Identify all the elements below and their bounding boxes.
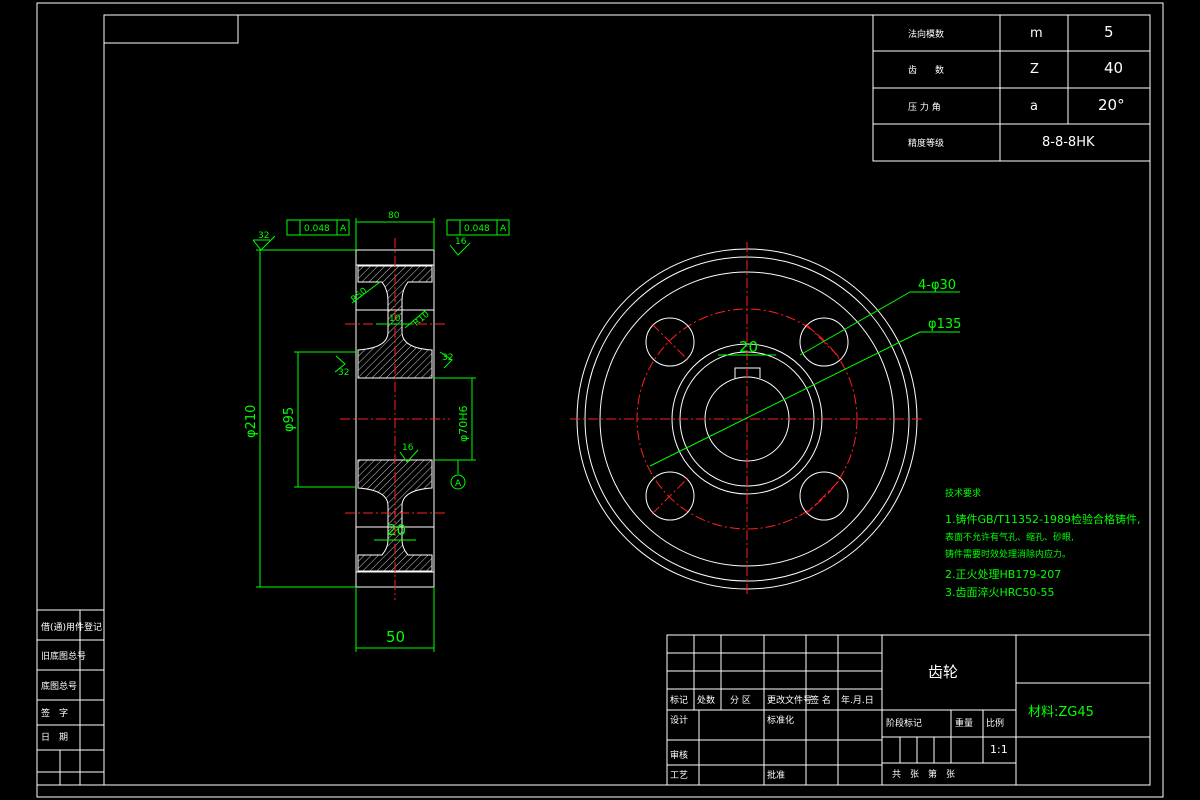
dim-rim: 20 (387, 521, 406, 539)
dim-r50: R50 (349, 286, 369, 305)
label-date: 年.月.日 (841, 694, 874, 706)
label-sheets: 共 张 第 张 (892, 768, 955, 780)
pressure-angle-value: 20° (1098, 96, 1125, 114)
notes-line-5: 3.齿面淬火HRC50-55 (945, 585, 1055, 599)
title-block: 齿轮 材料:ZG45 1:1 标记 处数 分 区 更改文件号 签 名 年.月.日… (666, 634, 1151, 786)
label-approve: 批准 (767, 769, 785, 781)
notes-line-3: 铸件需要时效处理消除内应力。 (945, 548, 1071, 560)
rough-16-mid: 16 (402, 443, 414, 453)
pressure-angle-label: 压 力 角 (908, 101, 941, 113)
notes-title: 技术要求 (945, 487, 981, 499)
dim-top-width: 80 (388, 211, 400, 221)
dim-dia-95: φ95 (282, 407, 297, 432)
teeth-label: 齿 数 (908, 64, 944, 76)
dim-pcd: φ135 (928, 317, 961, 332)
module-label: 法向模数 (908, 28, 944, 40)
side-label-5: 日 期 (41, 732, 68, 743)
material: 材料:ZG45 (1028, 705, 1094, 720)
tol-right-value: 0.048 (464, 224, 490, 234)
inner-frame (103, 14, 1151, 786)
label-mark: 标记 (670, 694, 688, 706)
teeth-value: 40 (1104, 59, 1123, 77)
label-change-doc: 更改文件号 (767, 694, 812, 706)
rough-16-top: 16 (455, 237, 467, 247)
part-name: 齿轮 (928, 663, 958, 681)
rough-32-mid: 32 (338, 368, 349, 378)
label-sign: 签 名 (810, 694, 831, 706)
dim-r10: R10 (412, 309, 432, 328)
label-designer: 设计 (670, 714, 688, 726)
rough-32: 32 (258, 231, 269, 241)
cad-drawing: 法向模数 m 5 齿 数 Z 40 压 力 角 a 20° 精度等级 8-8-8… (36, 2, 1164, 798)
module-value: 5 (1104, 23, 1114, 41)
pressure-angle-symbol: a (1030, 99, 1038, 114)
dim-holes: 4-φ30 (918, 278, 956, 293)
scale-value: 1:1 (990, 743, 1008, 756)
label-review: 审核 (670, 749, 688, 761)
label-process: 工艺 (670, 770, 688, 781)
dim-dia-210: φ210 (244, 405, 259, 438)
notes-line-1: 1.铸件GB/T11352-1989检验合格铸件, (945, 512, 1140, 526)
label-count: 处数 (697, 694, 715, 706)
notes-line-4: 2.正火处理HB179-207 (945, 568, 1061, 581)
label-standardize: 标准化 (767, 714, 794, 726)
dim-keyway: 20 (739, 338, 758, 356)
tol-left-ref: A (340, 224, 347, 234)
outer-frame (36, 2, 1164, 798)
side-label-2: 旧底图总号 (41, 650, 86, 662)
tol-left-value: 0.048 (304, 224, 330, 234)
tol-right-ref: A (500, 224, 507, 234)
label-weight: 重量 (955, 717, 973, 729)
dim-bore: φ70H6 (457, 405, 470, 442)
datum-a: A (455, 479, 462, 489)
side-table: 借(通)用件登记 旧底图总号 底图总号 签 字 日 期 (36, 609, 105, 786)
module-symbol: m (1030, 26, 1043, 41)
front-view (570, 242, 924, 596)
gear-param-table: 法向模数 m 5 齿 数 Z 40 压 力 角 a 20° 精度等级 8-8-8… (872, 14, 1151, 162)
side-label-4: 签 字 (41, 707, 68, 719)
label-stage: 阶段标记 (886, 717, 922, 729)
side-label-3: 底图总号 (41, 680, 77, 692)
rough-32-right: 32 (442, 353, 453, 363)
teeth-symbol: Z (1030, 62, 1039, 77)
accuracy-label: 精度等级 (908, 137, 944, 149)
tech-notes: 技术要求 1.铸件GB/T11352-1989检验合格铸件, 表面不允许有气孔、… (945, 487, 1140, 599)
label-zone: 分 区 (730, 695, 751, 706)
dim-web: 10 (389, 314, 401, 324)
accuracy-value: 8-8-8HK (1042, 135, 1095, 150)
notes-line-2: 表面不允许有气孔、缩孔、砂眼, (945, 531, 1074, 543)
label-ratio: 比例 (986, 717, 1004, 729)
side-label-1: 借(通)用件登记 (41, 621, 102, 633)
dim-bottom-width: 50 (386, 628, 405, 646)
top-left-tag-box (103, 14, 239, 44)
